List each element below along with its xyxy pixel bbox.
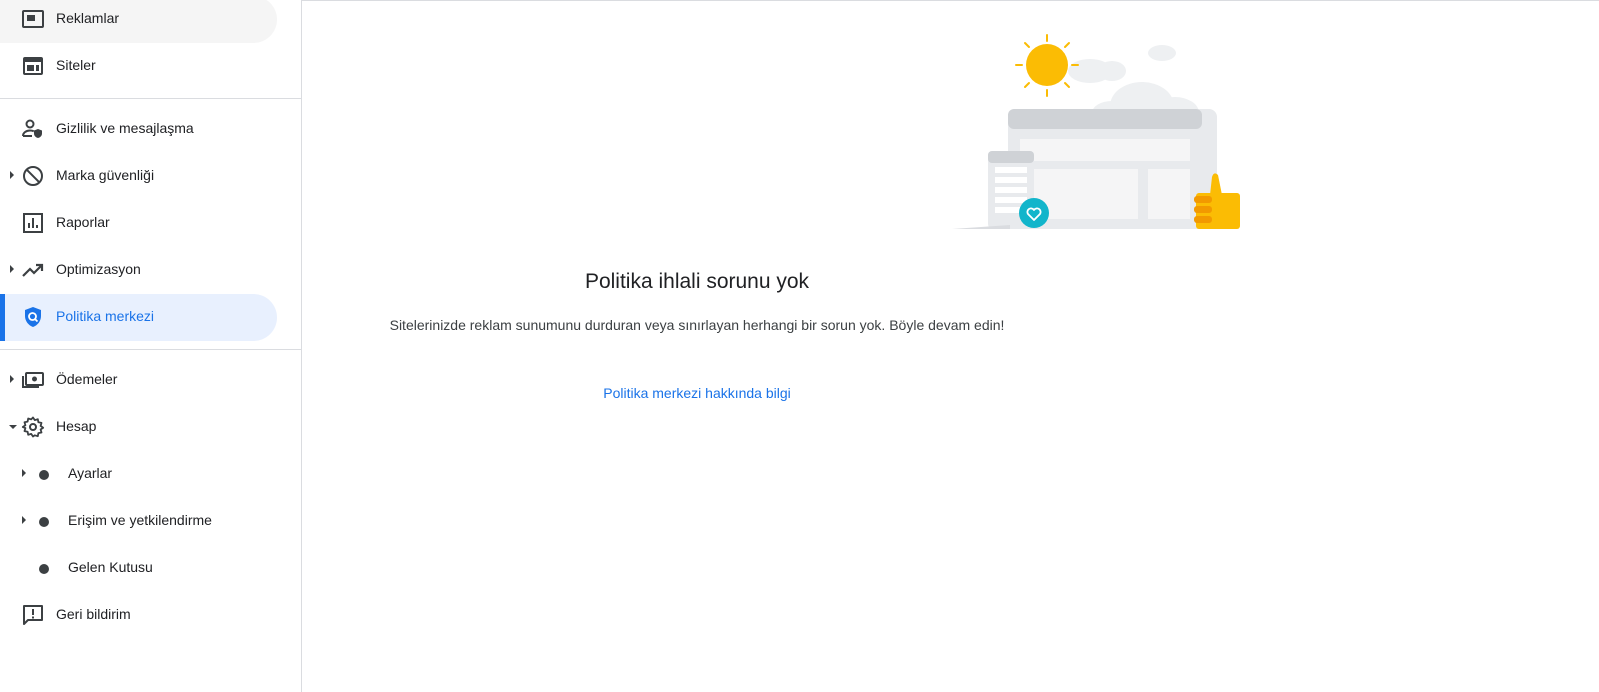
sidebar-item-label: Gizlilik ve mesajlaşma <box>56 120 194 136</box>
sidebar-item-label: Marka güvenliği <box>56 167 155 183</box>
sidebar-item-label: Raporlar <box>56 214 110 230</box>
bullet-icon <box>39 564 49 574</box>
sidebar-item-access-authorization[interactable]: Erişim ve yetkilendirme <box>0 498 277 545</box>
main-content: Politika ihlali sorunu yok Sitelerinizde… <box>302 0 1599 692</box>
sidebar-item-label: Erişim ve yetkilendirme <box>68 512 212 528</box>
sidebar-item-inbox[interactable]: Gelen Kutusu <box>0 545 277 592</box>
sidebar-divider <box>0 98 301 99</box>
sidebar-item-reports[interactable]: Raporlar <box>0 200 277 247</box>
bullet-icon <box>39 470 49 480</box>
sidebar-item-label: Gelen Kutusu <box>68 559 153 575</box>
block-icon <box>21 164 45 188</box>
expand-caret-icon[interactable] <box>10 375 14 383</box>
collapse-caret-icon[interactable] <box>9 425 17 429</box>
bar-chart-icon <box>21 211 45 235</box>
expand-caret-icon[interactable] <box>22 469 26 477</box>
sidebar-item-label: Reklamlar <box>56 10 120 26</box>
sidebar-divider <box>0 349 301 350</box>
sidebar-item-privacy-messaging[interactable]: Gizlilik ve mesajlaşma <box>0 106 277 153</box>
sidebar-item-feedback[interactable]: Geri bildirim <box>0 592 277 639</box>
sites-icon <box>21 54 45 78</box>
privacy-messaging-icon <box>21 117 45 141</box>
sidebar-item-label: Siteler <box>56 57 96 73</box>
sidebar-nav: Reklamlar Siteler Gizlilik ve mesajlaşma… <box>0 0 302 692</box>
sidebar-item-sites[interactable]: Siteler <box>0 43 277 90</box>
sidebar-item-settings[interactable]: Ayarlar <box>0 451 277 498</box>
sidebar-item-account[interactable]: Hesap <box>0 404 277 451</box>
no-issues-illustration <box>950 31 1250 231</box>
app-root: Reklamlar Siteler Gizlilik ve mesajlaşma… <box>0 0 1599 692</box>
expand-caret-icon[interactable] <box>10 171 14 179</box>
page-title: Politika ihlali sorunu yok <box>584 270 810 293</box>
learn-more-link[interactable]: Politika merkezi hakkında bilgi <box>0 385 1487 401</box>
gear-icon <box>21 415 45 439</box>
sidebar-item-ads[interactable]: Reklamlar <box>0 0 277 43</box>
ads-icon <box>21 7 45 31</box>
feedback-icon <box>21 603 45 627</box>
status-description: Sitelerinizde reklam sunumunu durduran v… <box>389 317 1005 333</box>
bullet-icon <box>39 517 49 527</box>
sidebar-item-brand-safety[interactable]: Marka güvenliği <box>0 153 277 200</box>
expand-caret-icon[interactable] <box>22 516 26 524</box>
sidebar-item-label: Ayarlar <box>68 465 113 481</box>
sidebar-item-label: Geri bildirim <box>56 606 131 622</box>
sidebar-item-label: Hesap <box>56 418 97 434</box>
